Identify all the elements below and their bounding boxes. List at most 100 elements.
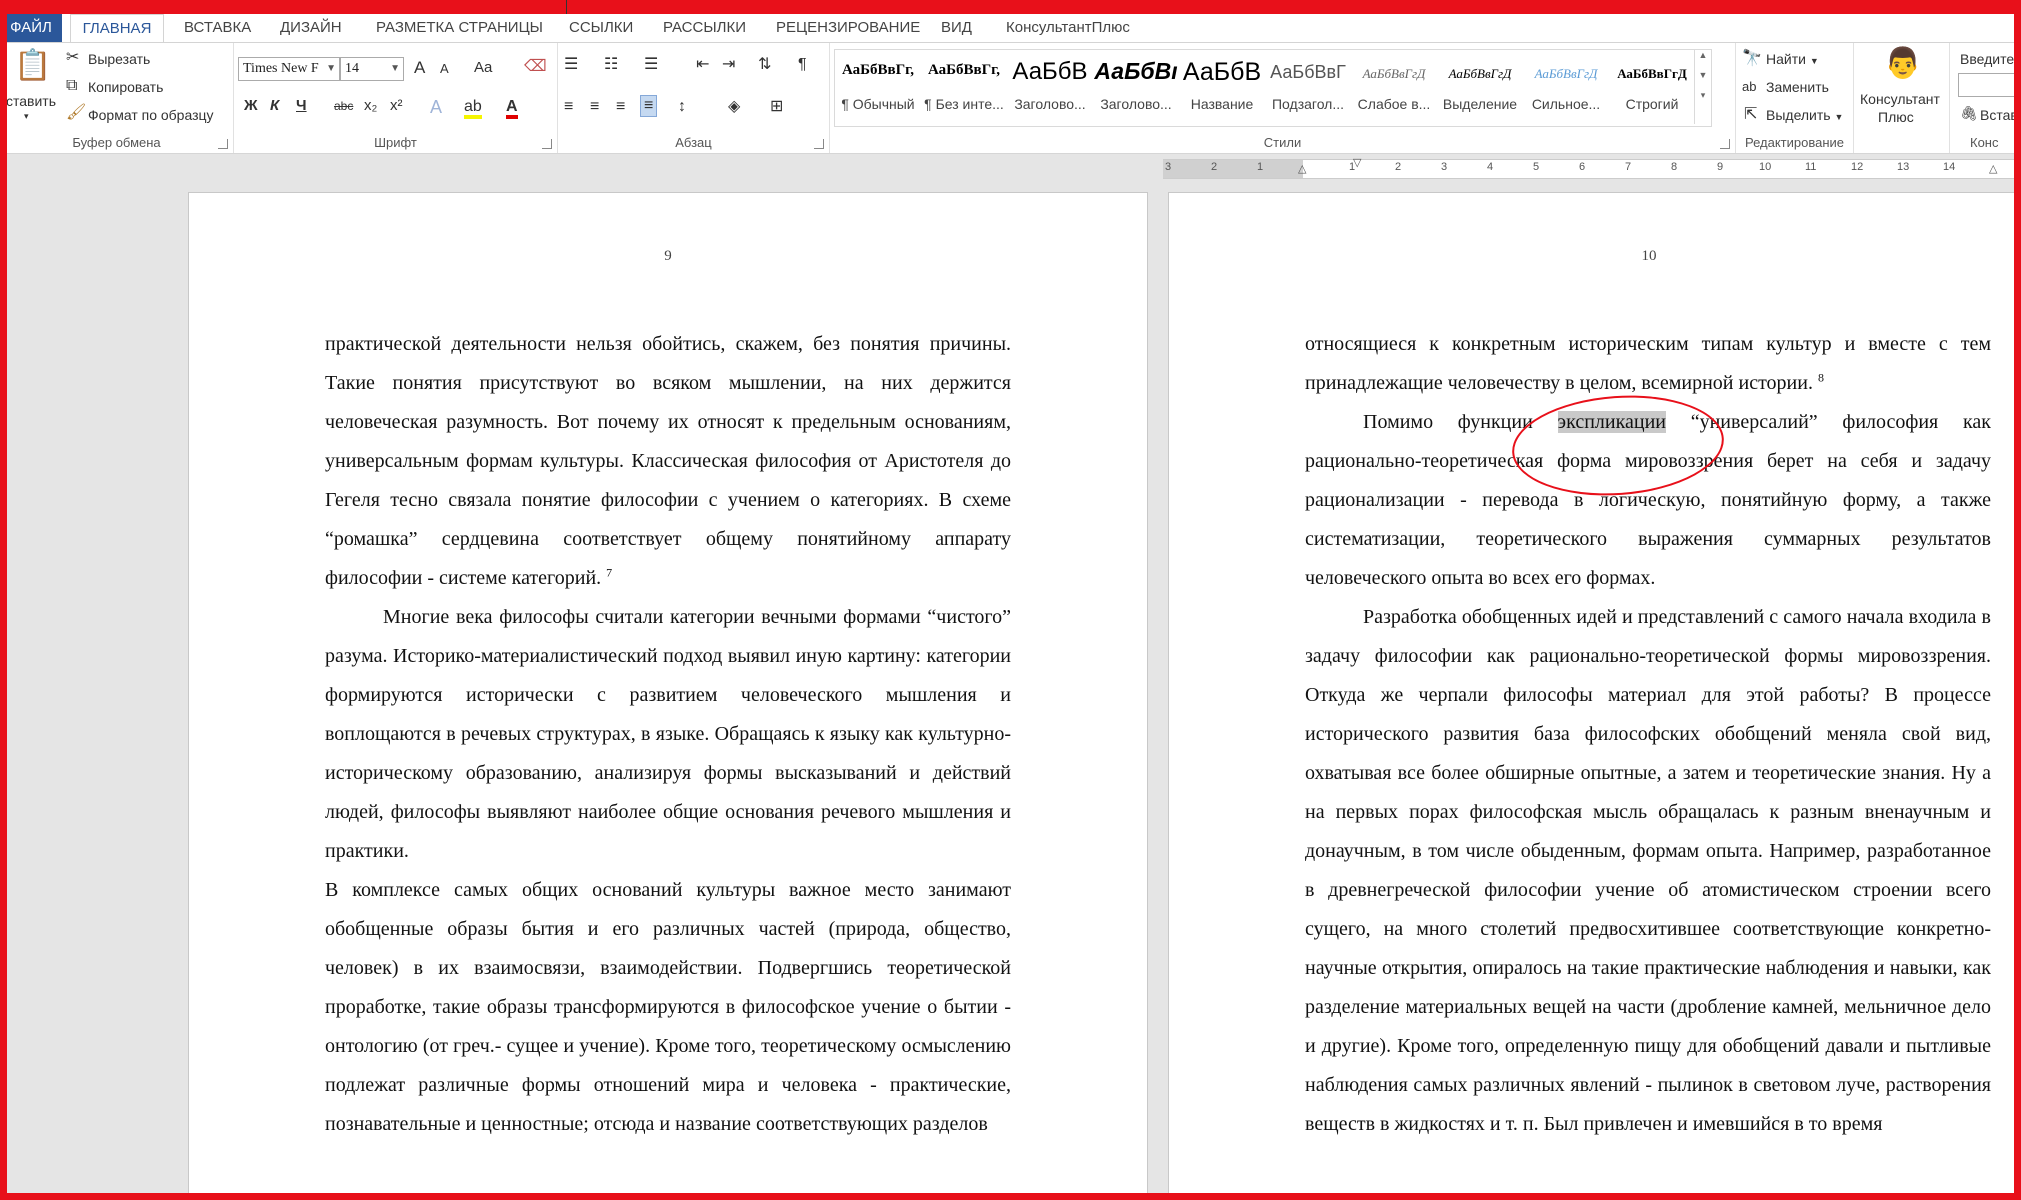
paragraph[interactable]: Многие века философы считали категории в… [325,598,1011,871]
style-heading-2[interactable]: АаБбВı Заголово... [1093,50,1179,124]
numbering-icon[interactable]: ☷ [604,55,618,75]
multilevel-list-icon[interactable]: ☰ [644,55,658,75]
tab-view[interactable]: ВИД [941,14,972,42]
text-effects-icon[interactable]: A [430,97,442,117]
font-size-combo[interactable]: 14 ▼ [340,57,404,81]
tab-consultant-plus[interactable]: КонсультантПлюс [1006,14,1130,42]
find-button[interactable]: Найти ▼ [1766,51,1819,67]
horizontal-ruler[interactable]: 3 2 1 1 2 3 4 5 6 7 8 9 10 11 12 13 14 △… [1163,156,2021,179]
paste-button[interactable]: ставить [6,93,56,109]
page-body[interactable]: практической деятельности нельзя обойтис… [325,325,1011,1144]
style-name: ¶ Без инте... [924,96,1004,112]
page-9[interactable]: 9 практической деятельности нельзя обойт… [188,192,1148,1200]
style-strong[interactable]: АаБбВвГгД Строгий [1609,50,1695,124]
line-spacing-icon[interactable]: ↕ [678,97,686,117]
select-button[interactable]: Выделить ▼ [1766,107,1843,123]
style-normal[interactable]: АаБбВвГг, ¶ Обычный [835,50,921,124]
font-name-value: Times New F [243,61,319,76]
ruler-number: 3 [1441,161,1448,173]
right-indent-marker-icon[interactable]: △ [1989,162,1997,176]
align-left-icon[interactable]: ≡ [564,97,573,117]
style-name: Заголово... [1100,96,1172,112]
borders-icon[interactable]: ⊞ [770,97,783,117]
shading-icon[interactable]: ◈ [728,97,740,117]
style-title[interactable]: АаБбВ Название [1179,50,1265,124]
ruler-number: 12 [1851,161,1864,173]
styles-gallery-scroll[interactable]: ▲ ▼ ▾ [1694,50,1711,124]
replace-button[interactable]: Заменить [1766,79,1829,95]
paragraph[interactable]: практической деятельности нельзя обойтис… [325,325,1011,598]
grow-font-button[interactable]: A [414,58,425,78]
shrink-font-button[interactable]: A [440,61,449,76]
copy-button[interactable]: Копировать [88,79,163,95]
sort-icon[interactable]: ⇅ [758,55,771,75]
highlight-color-icon[interactable]: ab [464,97,482,119]
tab-references[interactable]: ССЫЛКИ [569,14,633,42]
superscript-button[interactable]: x² [390,97,403,114]
clipboard-label: Буфер обмена [72,135,161,150]
consultant-insert-button[interactable]: Встав [1980,107,2018,123]
font-launcher-icon[interactable] [542,139,552,149]
paragraph[interactable]: Разработка обобщенных идей и представлен… [1305,598,1991,1144]
subscript-button[interactable]: x₂ [364,97,377,114]
consultant-button-line2[interactable]: Плюс [1878,109,1914,125]
change-case-button[interactable]: Aa [474,59,492,76]
format-painter-icon: 🖌 [66,104,87,121]
consultant-search-input[interactable] [1958,73,2021,97]
font-size-value: 14 [345,61,359,76]
style-sample: АаБбВвГгД [1362,66,1426,81]
style-no-spacing[interactable]: АаБбВвГг, ¶ Без инте... [921,50,1007,124]
first-line-indent-marker-icon[interactable]: ▽ [1353,156,1361,170]
align-center-icon[interactable]: ≡ [590,97,599,117]
bold-button[interactable]: Ж [244,97,258,114]
paste-dropdown-icon[interactable]: ▾ [24,111,29,122]
style-subtle-emphasis[interactable]: АаБбВвГгД Слабое в... [1351,50,1437,124]
bullets-icon[interactable]: ☰ [564,55,578,75]
align-right-icon[interactable]: ≡ [616,97,625,117]
cursor-arrow-icon: ⇱ [1744,106,1758,123]
increase-indent-icon[interactable]: ⇥ [722,55,735,75]
italic-button[interactable]: К [270,97,279,114]
style-sample: АаБбВ [1182,58,1262,86]
style-sample: АаБбВвГг, [927,62,1001,78]
chevron-down-icon: ▼ [1809,56,1819,66]
format-painter-button[interactable]: Формат по образцу [88,107,214,123]
paste-icon[interactable]: 📋 [14,49,51,83]
page-10[interactable]: 10 относящиеся к конкретным историческим… [1168,192,2021,1200]
tab-insert[interactable]: ВСТАВКА [184,14,251,42]
editing-group: 🔭 Найти ▼ ab Заменить ⇱ Выделить ▼ Редак… [1736,43,1854,153]
paragraph-group: ☰ ☷ ☰ ⇤ ⇥ ⇅ ¶ ≡ ≡ ≡ ≡ ↕ ◈ ⊞ Абзац [558,43,830,153]
style-sample: АаБбВвГ [1270,62,1346,82]
text-cursor [566,0,567,14]
tab-file[interactable]: ФАЙЛ [0,14,62,42]
left-indent-marker-icon[interactable]: △ [1298,162,1306,176]
styles-launcher-icon[interactable] [1720,139,1730,149]
paragraph[interactable]: В комплексе самых общих оснований культу… [325,871,1011,1144]
paragraph[interactable]: относящиеся к конкретным историческим ти… [1305,325,1991,403]
ruler-number: 7 [1625,161,1632,173]
tab-review[interactable]: РЕЦЕНЗИРОВАНИЕ [776,14,920,42]
tab-home[interactable]: ГЛАВНАЯ [70,14,164,43]
style-emphasis[interactable]: АаБбВвГгД Выделение [1437,50,1523,124]
tab-page-layout[interactable]: РАЗМЕТКА СТРАНИЦЫ [376,14,543,42]
cut-button[interactable]: Вырезать [88,51,150,67]
tab-mailings[interactable]: РАССЫЛКИ [663,14,746,42]
clipboard-launcher-icon[interactable] [218,139,228,149]
strikethrough-button[interactable]: abc [334,99,353,113]
tab-design[interactable]: ДИЗАЙН [280,14,342,42]
font-name-combo[interactable]: Times New F ▼ [238,57,340,81]
clear-formatting-icon[interactable]: ⌫ [524,57,547,77]
footnote-ref[interactable]: 7 [606,565,612,579]
consultant-button-line1[interactable]: Консультант [1860,91,1940,107]
footnote-ref[interactable]: 8 [1818,370,1824,384]
style-intense-emphasis[interactable]: АаБбВвГгД Сильное... [1523,50,1609,124]
decrease-indent-icon[interactable]: ⇤ [696,55,709,75]
style-subtitle[interactable]: АаБбВвГ Подзагол... [1265,50,1351,124]
pilcrow-icon[interactable]: ¶ [798,55,807,75]
style-heading-1[interactable]: АаБбВ Заголово... [1007,50,1093,124]
font-color-icon[interactable]: A [506,97,518,119]
ruler-number: 2 [1211,161,1218,173]
underline-button[interactable]: Ч [296,97,307,114]
justify-icon[interactable]: ≡ [640,95,658,117]
paragraph-launcher-icon[interactable] [814,139,824,149]
